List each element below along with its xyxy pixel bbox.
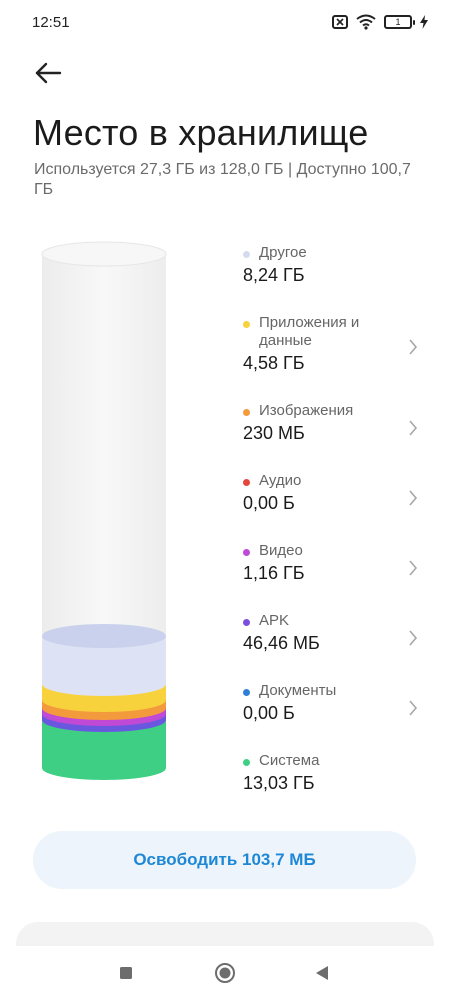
chevron-right-icon — [409, 560, 418, 576]
category-images[interactable]: Изображения 230 МБ — [243, 402, 418, 458]
category-size: 230 МБ — [243, 423, 305, 443]
storage-screen: 12:51 1 Место в хранилище Используется 2… — [0, 0, 450, 1000]
triangle-left-icon — [316, 966, 328, 980]
usage-summary: Используется 27,3 ГБ из 128,0 ГБ | Досту… — [34, 161, 411, 198]
category-system: Система 13,03 ГБ — [243, 752, 418, 808]
chevron-right-icon — [409, 700, 418, 716]
category-size: 1,16 ГБ — [243, 563, 305, 583]
category-color-dot — [243, 549, 250, 556]
navigation-bar — [0, 946, 450, 1000]
category-size: 4,58 ГБ — [243, 353, 305, 373]
category-name: Другое — [259, 244, 307, 261]
status-bar: 12:51 1 — [0, 0, 450, 48]
category-name: Изображения — [259, 402, 354, 419]
segment-system-bottom — [42, 756, 166, 780]
category-color-dot — [243, 619, 250, 626]
charging-icon — [420, 15, 428, 29]
status-time: 12:51 — [32, 14, 70, 31]
battery-level: 1 — [395, 17, 401, 27]
nav-home-button[interactable] — [214, 962, 236, 984]
category-color-dot — [243, 409, 250, 416]
cylinder-empty-body — [42, 254, 166, 634]
free-up-space-button[interactable]: Освободить 103,7 МБ — [33, 831, 416, 889]
category-apk[interactable]: APK 46,46 МБ — [243, 612, 418, 668]
category-size: 0,00 Б — [243, 493, 295, 513]
category-name: Приложения и данные — [259, 314, 360, 349]
category-name: Аудио — [259, 472, 302, 489]
category-color-dot — [243, 251, 250, 258]
category-video[interactable]: Видео 1,16 ГБ — [243, 542, 418, 598]
status-icons: 1 — [332, 14, 428, 30]
nav-recents-button[interactable] — [115, 962, 137, 984]
chevron-right-icon — [409, 339, 418, 355]
category-apps[interactable]: Приложения и данные 4,58 ГБ — [243, 314, 418, 373]
arrow-left-icon — [35, 62, 62, 84]
circle-icon — [215, 963, 235, 983]
category-name: Видео — [259, 542, 303, 559]
back-button[interactable] — [30, 55, 66, 91]
category-name: Система — [259, 752, 320, 769]
category-color-dot — [243, 479, 250, 486]
category-documents[interactable]: Документы 0,00 Б — [243, 682, 418, 738]
category-other: Другое 8,24 ГБ — [243, 244, 418, 300]
chevron-right-icon — [409, 490, 418, 506]
category-size: 0,00 Б — [243, 703, 295, 723]
category-color-dot — [243, 759, 250, 766]
category-name: Документы — [259, 682, 337, 699]
cylinder-top — [41, 241, 167, 267]
category-color-dot — [243, 321, 250, 328]
category-audio[interactable]: Аудио 0,00 Б — [243, 472, 418, 528]
battery-icon: 1 — [384, 15, 415, 29]
wifi-icon — [356, 14, 376, 30]
category-size: 13,03 ГБ — [243, 773, 315, 793]
chevron-right-icon — [409, 420, 418, 436]
segment-top-surface — [42, 624, 166, 648]
category-size: 8,24 ГБ — [243, 265, 305, 285]
category-name: APK — [259, 612, 290, 629]
chevron-right-icon — [409, 630, 418, 646]
category-color-dot — [243, 689, 250, 696]
category-size: 46,46 МБ — [243, 633, 320, 653]
nav-back-button[interactable] — [311, 962, 333, 984]
no-sim-icon — [332, 15, 348, 29]
page-title: Место в хранилище — [33, 112, 369, 153]
storage-cylinder — [41, 241, 167, 780]
segment-other-edge — [42, 672, 166, 696]
square-icon — [120, 967, 132, 979]
